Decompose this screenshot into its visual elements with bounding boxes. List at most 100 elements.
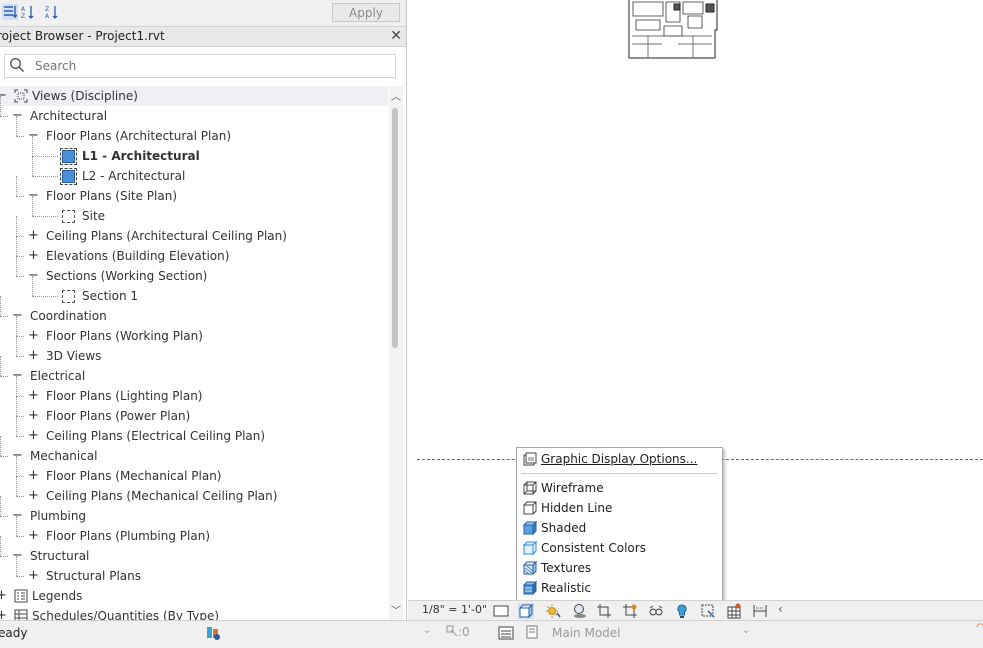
tree-item[interactable]: − Sections (Working Section): [0, 266, 388, 286]
tree-item[interactable]: + Structural Plans: [0, 566, 388, 586]
tree-item[interactable]: + Floor Plans (Plumbing Plan): [0, 526, 388, 546]
design-options-icon[interactable]: [498, 625, 514, 641]
expand-icon[interactable]: +: [28, 326, 39, 346]
expand-icon[interactable]: +: [28, 406, 39, 426]
tree-item-label: Floor Plans (Mechanical Plan): [46, 469, 222, 483]
collapse-icon[interactable]: −: [28, 126, 39, 146]
active-model-select[interactable]: Main Model: [552, 626, 621, 640]
highlight-displacement-icon[interactable]: [752, 603, 768, 619]
collapse-icon[interactable]: −: [12, 506, 23, 526]
tree-item[interactable]: +3D Views: [0, 346, 388, 366]
selection-filter-icon[interactable]: [446, 625, 458, 637]
tree-item[interactable]: + Floor Plans (Working Plan): [0, 326, 388, 346]
expand-icon[interactable]: +: [0, 606, 7, 620]
collapse-bar-icon[interactable]: ‹: [778, 602, 783, 616]
shadows-icon[interactable]: [571, 603, 587, 619]
expand-icon[interactable]: +: [28, 246, 39, 266]
expand-icon[interactable]: +: [28, 426, 39, 446]
tree-guide: [32, 296, 58, 297]
close-icon[interactable]: ✕: [390, 28, 402, 44]
crop-view-icon[interactable]: [596, 603, 612, 619]
tree-guide: [16, 576, 24, 577]
tree-item[interactable]: −Views (Discipline): [0, 86, 388, 106]
collapse-icon[interactable]: −: [28, 266, 39, 286]
visual-style-icon[interactable]: [518, 603, 534, 619]
scroll-thumb[interactable]: [392, 108, 398, 348]
scroll-up-icon[interactable]: ︿: [391, 88, 401, 103]
temporary-view-properties-icon[interactable]: [700, 603, 716, 619]
menu-item-consistent-colors[interactable]: Consistent Colors: [519, 538, 719, 558]
collapse-icon[interactable]: −: [12, 366, 23, 386]
analytical-model-icon[interactable]: [726, 603, 742, 619]
chevron-down-icon[interactable]: ⌄: [423, 625, 431, 636]
selection-count-value: :0: [458, 625, 470, 639]
sun-path-icon[interactable]: [545, 603, 561, 619]
tree-item[interactable]: − Mechanical: [0, 446, 388, 466]
expand-icon[interactable]: +: [28, 226, 39, 246]
tree-item[interactable]: L2 - Architectural: [0, 166, 388, 186]
tree-item[interactable]: + Ceiling Plans (Electrical Ceiling Plan): [0, 426, 388, 446]
tree-item[interactable]: − Plumbing: [0, 506, 388, 526]
sort-descending-icon[interactable]: ZA: [44, 4, 60, 20]
tree-item[interactable]: Section 1: [0, 286, 388, 306]
tree-item-label: Site: [82, 209, 106, 223]
project-browser-header: roject Browser - Project1.rvt ✕: [0, 27, 406, 47]
collapse-icon[interactable]: −: [12, 446, 23, 466]
tree-item[interactable]: − Floor Plans (Site Plan): [0, 186, 388, 206]
tree-scrollbar[interactable]: ︿ ﹀: [389, 86, 403, 620]
temporary-hide-icon[interactable]: [648, 603, 664, 619]
tree-item[interactable]: L1 - Architectural: [0, 146, 388, 166]
tree-item[interactable]: + Elevations (Building Elevation): [0, 246, 388, 266]
worksets-icon[interactable]: [205, 625, 221, 641]
expand-icon[interactable]: +: [28, 486, 39, 506]
expand-icon[interactable]: +: [28, 346, 39, 366]
tree-item-label: Sections (Working Section): [46, 269, 208, 283]
tree-item[interactable]: − Coordination: [0, 306, 388, 326]
expand-icon[interactable]: +: [28, 566, 39, 586]
search-input[interactable]: [33, 57, 387, 75]
chevron-down-icon[interactable]: ⌄: [742, 625, 750, 636]
tree-item[interactable]: + Floor Plans (Mechanical Plan): [0, 466, 388, 486]
tree-item[interactable]: + Ceiling Plans (Architectural Ceiling Pl…: [0, 226, 388, 246]
tree-item[interactable]: Site: [0, 206, 388, 226]
apply-button[interactable]: Apply: [332, 3, 400, 22]
tree-item[interactable]: + Floor Plans (Power Plan): [0, 406, 388, 426]
tree-item[interactable]: + Schedules/Quantities (By Type): [0, 606, 388, 620]
collapse-icon[interactable]: −: [12, 106, 23, 126]
filter-corner-icon[interactable]: ◠: [976, 622, 983, 633]
tree-item[interactable]: − Floor Plans (Architectural Plan): [0, 126, 388, 146]
tree-guide: [16, 116, 17, 136]
expand-icon[interactable]: +: [28, 526, 39, 546]
menu-item-textures[interactable]: Textures: [519, 558, 719, 578]
tree-item[interactable]: + Floor Plans (Lighting Plan): [0, 386, 388, 406]
menu-item-wireframe[interactable]: Wireframe: [519, 478, 719, 498]
search-box[interactable]: [4, 54, 396, 78]
svg-text:A: A: [45, 13, 50, 20]
tree-item-label: Floor Plans (Lighting Plan): [46, 389, 203, 403]
menu-item-shaded[interactable]: Shaded: [519, 518, 719, 538]
tree-guide: [16, 376, 17, 396]
show-crop-region-icon[interactable]: [622, 603, 638, 619]
scroll-down-icon[interactable]: ﹀: [391, 602, 401, 617]
tree-item[interactable]: + Legends: [0, 586, 388, 606]
view-scale[interactable]: 1/8" = 1'-0": [422, 603, 487, 616]
tree-item[interactable]: + Ceiling Plans (Mechanical Ceiling Plan): [0, 486, 388, 506]
tree-item[interactable]: − Architectural: [0, 106, 388, 126]
collapse-icon[interactable]: −: [12, 546, 23, 566]
expand-icon[interactable]: +: [0, 586, 7, 606]
menu-item-realistic[interactable]: Realistic: [519, 578, 719, 598]
tree-item[interactable]: − Structural: [0, 546, 388, 566]
reveal-hidden-icon[interactable]: [674, 603, 690, 619]
sort-tree-icon[interactable]: [2, 4, 18, 20]
tree-item[interactable]: − Electrical: [0, 366, 388, 386]
editing-requests-icon[interactable]: [525, 625, 541, 641]
expand-icon[interactable]: +: [28, 386, 39, 406]
detail-level-icon[interactable]: [493, 603, 509, 619]
tree-guide: [16, 236, 17, 256]
menu-item-graphic-display-options[interactable]: Graphic Display Options...: [519, 449, 719, 469]
sort-ascending-icon[interactable]: AZ: [20, 4, 36, 20]
menu-item-hidden-line[interactable]: Hidden Line: [519, 498, 719, 518]
collapse-icon[interactable]: −: [12, 306, 23, 326]
collapse-icon[interactable]: −: [28, 186, 39, 206]
expand-icon[interactable]: +: [28, 466, 39, 486]
